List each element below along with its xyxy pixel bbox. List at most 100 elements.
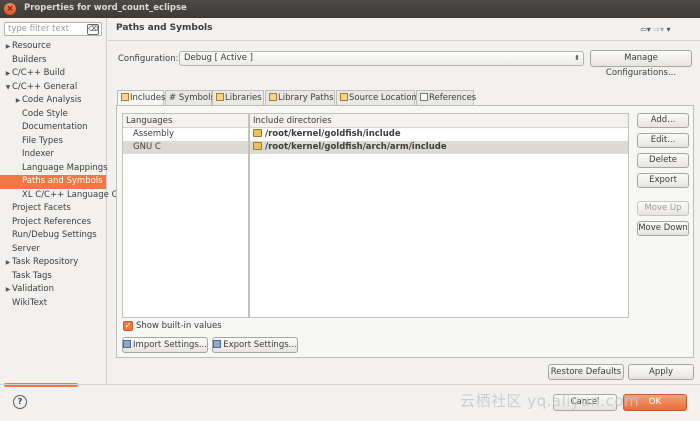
tree-item-label: Resource xyxy=(12,41,51,51)
tab-symbols[interactable]: # Symbols xyxy=(165,90,215,105)
tree-item-label: Task Tags xyxy=(12,270,52,281)
move-down-button[interactable]: Move Down xyxy=(637,221,689,236)
languages-list[interactable]: Languages Assembly GNU C xyxy=(122,113,249,318)
language-item[interactable]: GNU C xyxy=(123,141,248,154)
restore-defaults-button[interactable]: Restore Defaults xyxy=(548,364,624,380)
tab-label: References xyxy=(429,93,477,103)
close-window-button[interactable]: × xyxy=(4,3,16,15)
tree-item-label: File Types xyxy=(22,135,63,146)
tree-item[interactable]: XL C/C++ Language C xyxy=(0,189,118,203)
tree-item[interactable]: Builders xyxy=(0,54,106,68)
back-icon[interactable]: ⇦▾ xyxy=(640,25,651,34)
tree-item-label: Documentation xyxy=(22,122,88,132)
expand-arrow-icon[interactable]: ▶ xyxy=(14,94,22,108)
history-nav[interactable]: ⇦▾ ⇨▾ ▾ xyxy=(640,25,671,34)
tree-item[interactable]: WikiText xyxy=(0,297,106,311)
apply-button[interactable]: Apply xyxy=(628,364,694,380)
filter-input[interactable]: type filter text ⌫ xyxy=(4,22,102,36)
include-path: /root/kernel/goldfish/arch/arm/include xyxy=(265,142,447,152)
filter-placeholder: type filter text xyxy=(8,24,69,34)
tree-item[interactable]: ▶ Validation xyxy=(0,283,106,297)
clear-filter-icon[interactable]: ⌫ xyxy=(87,24,99,35)
tree-item[interactable]: Documentation xyxy=(0,121,106,135)
folder-icon xyxy=(253,142,262,150)
export-icon xyxy=(213,340,222,348)
tree-item-label: Code Analysis xyxy=(22,95,82,105)
show-builtin-checkbox[interactable]: ✓ xyxy=(123,321,133,331)
help-icon[interactable]: ? xyxy=(13,395,27,409)
export-settings-label: Export Settings... xyxy=(223,340,297,350)
tree-item[interactable]: Server xyxy=(0,243,106,257)
tab-libraries[interactable]: Libraries xyxy=(212,90,264,105)
tab-label: Includes xyxy=(130,93,166,103)
import-settings-label: Import Settings... xyxy=(133,340,207,350)
tree-item[interactable]: ▶ Code Analysis xyxy=(0,94,106,108)
collapse-arrow-icon[interactable]: ▼ xyxy=(4,81,12,95)
tree-item[interactable]: File Types xyxy=(0,135,106,149)
delete-button[interactable]: Delete xyxy=(637,153,689,168)
window-titlebar: × Properties for word_count_eclipse xyxy=(0,0,700,18)
tree-item-label: Task Repository xyxy=(12,257,79,267)
move-up-button[interactable]: Move Up xyxy=(637,201,689,216)
tree-item[interactable]: ▶ C/C++ Build xyxy=(0,67,106,81)
tree-item[interactable]: Language Mappings xyxy=(0,162,108,176)
tab-includes[interactable]: Includes xyxy=(117,90,166,106)
tree-item[interactable]: ▶ Resource xyxy=(0,40,106,54)
tab-label: # Symbols xyxy=(169,93,215,103)
language-item[interactable]: Assembly xyxy=(123,128,248,141)
preferences-tree-pane: type filter text ⌫ ▶ Resource Builders ▶ C/C… xyxy=(0,18,118,387)
configuration-label: Configuration: xyxy=(118,54,179,64)
include-row[interactable]: /root/kernel/goldfish/arch/arm/include xyxy=(250,141,628,154)
divider xyxy=(108,40,700,41)
tree-item-label: Indexer xyxy=(22,149,54,159)
languages-header: Languages xyxy=(123,114,248,128)
configuration-value: Debug [ Active ] xyxy=(184,53,253,63)
expand-arrow-icon[interactable]: ▶ xyxy=(4,283,12,297)
export-settings-button[interactable]: Export Settings... xyxy=(212,337,298,353)
tree-item-label: WikiText xyxy=(12,297,48,308)
divider xyxy=(0,384,700,385)
page-title: Paths and Symbols xyxy=(116,23,213,33)
tab-references[interactable]: References xyxy=(416,90,477,105)
tree-item[interactable]: Project References xyxy=(0,216,106,230)
tab-label: Library Paths xyxy=(278,93,334,103)
import-icon xyxy=(123,340,132,348)
tree-item[interactable]: Task Tags xyxy=(0,270,106,284)
tree-item-label: Server xyxy=(12,243,40,254)
tree-item-label: Validation xyxy=(12,284,54,294)
add-button[interactable]: Add... xyxy=(637,113,689,128)
expand-arrow-icon[interactable]: ▶ xyxy=(4,40,12,54)
tree-item[interactable]: Code Style xyxy=(0,108,106,122)
tree-item-label: Language Mappings xyxy=(22,162,108,173)
import-settings-button[interactable]: Import Settings... xyxy=(122,337,208,353)
edit-button[interactable]: Edit... xyxy=(637,133,689,148)
include-directories-list[interactable]: Include directories /root/kernel/goldfis… xyxy=(249,113,629,318)
tree-item-label: C/C++ General xyxy=(12,81,78,92)
menu-icon[interactable]: ▾ xyxy=(667,25,671,34)
expand-arrow-icon[interactable]: ▶ xyxy=(4,67,12,81)
tab-library-paths[interactable]: Library Paths xyxy=(265,90,335,105)
forward-icon[interactable]: ⇨▾ xyxy=(653,25,664,34)
tab-label: Libraries xyxy=(225,93,262,103)
tree-item-label: C/C++ Build xyxy=(12,68,66,78)
tree-item[interactable]: Paths and Symbols xyxy=(0,175,106,189)
manage-configurations-button[interactable]: Manage Configurations... xyxy=(590,50,692,78)
tree-item[interactable]: Run/Debug Settings xyxy=(0,229,106,243)
tree-item-label: Code Style xyxy=(22,108,68,119)
configuration-select[interactable]: Debug [ Active ] ⬍ xyxy=(179,51,584,66)
watermark: 云栖社区 yq.aliyun.com xyxy=(460,392,640,410)
includes-icon xyxy=(121,93,129,101)
expand-arrow-icon[interactable]: ▶ xyxy=(4,256,12,270)
combo-arrows-icon: ⬍ xyxy=(574,54,580,62)
tree-item[interactable]: Indexer xyxy=(0,148,106,162)
tree-item[interactable]: ▼ C/C++ General xyxy=(0,81,106,95)
export-button[interactable]: Export xyxy=(637,173,689,188)
tree-item-label: Project References xyxy=(12,216,92,227)
tree-item-label: Project Facets xyxy=(12,203,71,213)
tree-item[interactable]: ▶ Task Repository xyxy=(0,256,106,270)
tree-item-label: Paths and Symbols xyxy=(22,176,103,186)
tree-item[interactable]: Project Facets xyxy=(0,202,106,216)
references-icon xyxy=(420,93,428,101)
tab-source-location[interactable]: Source Location xyxy=(336,90,417,105)
include-row[interactable]: /root/kernel/goldfish/include xyxy=(250,128,628,141)
